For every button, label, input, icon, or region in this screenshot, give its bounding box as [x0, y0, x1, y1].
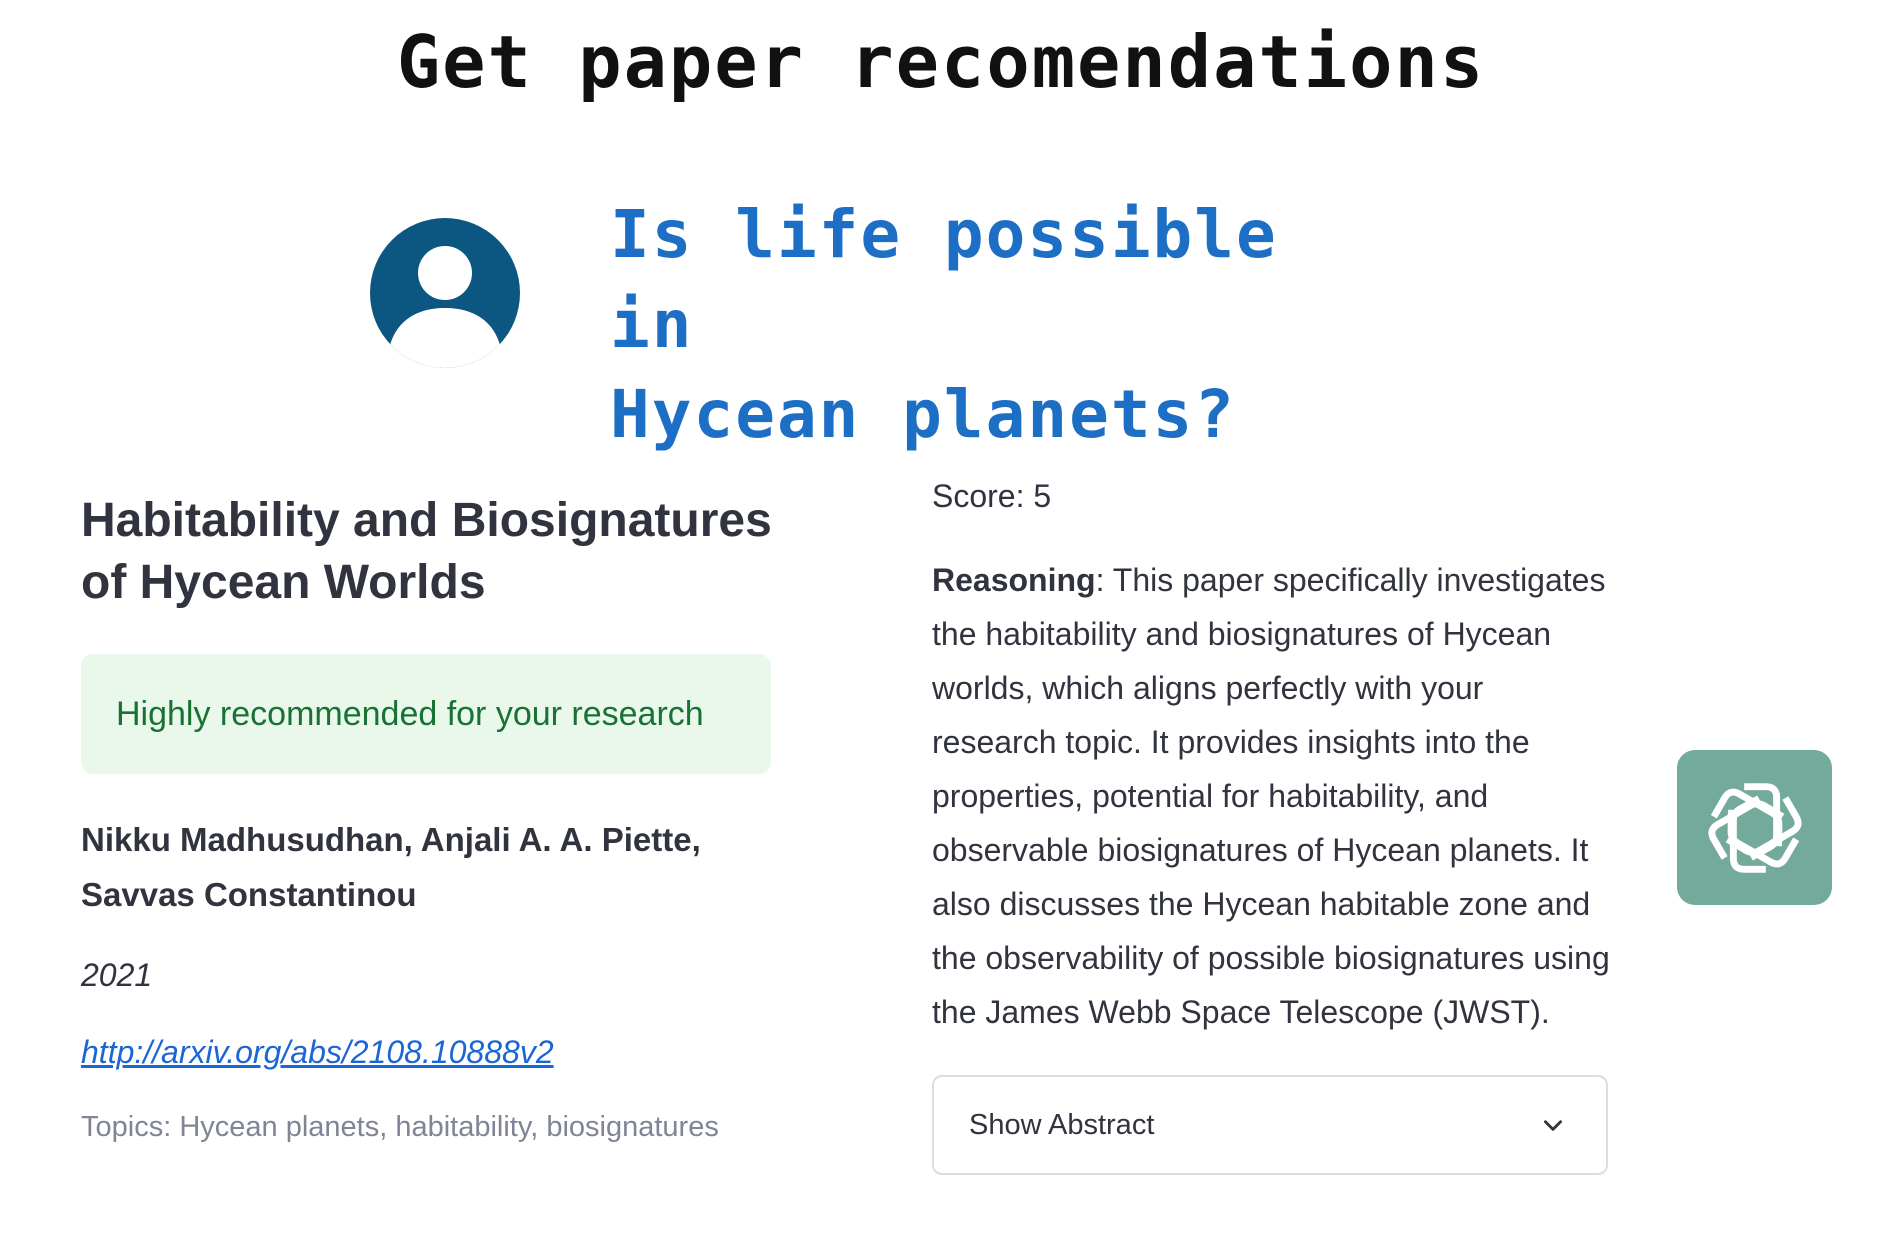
- recommendation-banner: Highly recommended for your research: [81, 654, 771, 774]
- user-query-line-1: Is life possible in: [610, 196, 1278, 363]
- score-text: Score: 5: [932, 478, 1052, 514]
- reasoning-body: : This paper specifically investigates t…: [932, 562, 1610, 1030]
- paper-authors: Nikku Madhusudhan, Anjali A. A. Piette, …: [81, 821, 701, 913]
- openai-logo-badge: [1677, 750, 1832, 905]
- page-headline: Get paper recomendations: [396, 20, 1486, 104]
- user-query: Is life possible in Hycean planets?: [610, 190, 1310, 460]
- chevron-down-icon: [1544, 1120, 1562, 1131]
- user-query-line-2: Hycean planets?: [610, 376, 1237, 453]
- openai-logo-icon: [1707, 782, 1802, 873]
- paper-link[interactable]: http://arxiv.org/abs/2108.10888v2: [81, 1034, 781, 1071]
- assessment-panel: Score: 5 Reasoning: This paper specifica…: [932, 478, 1612, 1175]
- recommendation-text: Highly recommended for your research: [116, 694, 704, 733]
- reasoning-label: Reasoning: [932, 562, 1096, 598]
- paper-details: Habitability and Biosignatures of Hycean…: [81, 490, 781, 1144]
- reasoning-text: Reasoning: This paper specifically inves…: [932, 553, 1612, 1039]
- paper-topics: Topics: Hycean planets, habitability, bi…: [81, 1111, 719, 1143]
- show-abstract-label: Show Abstract: [969, 1108, 1155, 1141]
- paper-title: Habitability and Biosignatures of Hycean…: [81, 494, 772, 609]
- paper-year: 2021: [81, 957, 153, 993]
- show-abstract-expander[interactable]: Show Abstract: [932, 1075, 1608, 1175]
- user-avatar-icon: [370, 218, 520, 368]
